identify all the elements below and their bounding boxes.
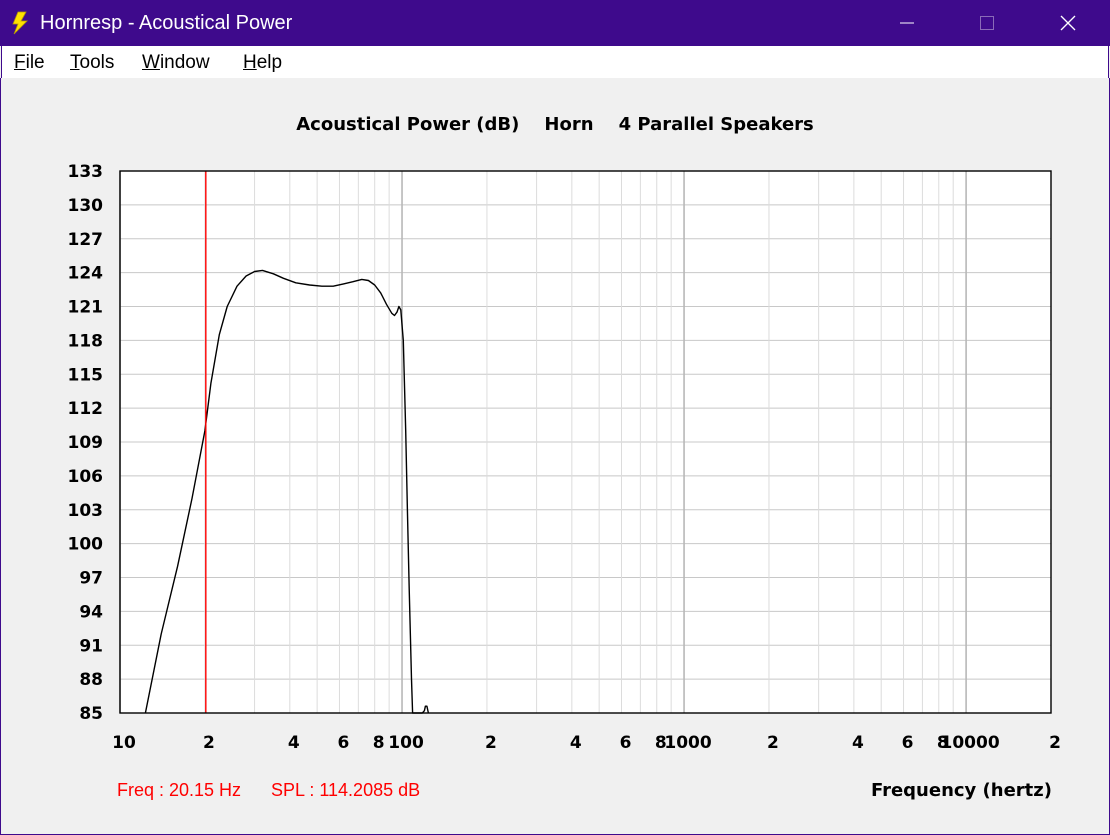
x-tick-label: 4 [570,733,582,753]
frequency-readout: Freq : 20.15 Hz [117,780,242,800]
x-tick-label: 2 [485,733,497,753]
x-tick-label: 2 [767,733,779,753]
y-tick-label: 118 [68,331,104,351]
spl-readout: SPL : 114.2085 dB [271,780,421,800]
y-tick-label: 88 [79,670,103,690]
x-tick-label: 100 [388,733,424,753]
y-tick-label: 100 [68,535,104,555]
y-tick-label: 91 [79,636,103,656]
x-tick-label: 1000 [664,733,711,753]
y-tick-label: 112 [68,399,104,419]
y-tick-label: 115 [68,365,104,385]
x-tick-label: 6 [620,733,632,753]
x-tick-label: 4 [852,733,864,753]
y-tick-label: 130 [68,196,104,216]
y-tick-label: 127 [68,230,104,250]
x-tick-label: 8 [373,733,385,753]
x-tick-label: 2 [203,733,215,753]
y-tick-label: 97 [79,569,103,589]
y-tick-label: 109 [68,433,104,453]
x-tick-label: 10 [112,733,136,753]
y-tick-label: 124 [68,264,104,284]
x-tick-label: 6 [338,733,350,753]
y-tick-label: 85 [79,704,103,724]
x-tick-label: 6 [902,733,914,753]
y-tick-label: 133 [68,162,104,182]
x-tick-label: 2 [1049,733,1061,753]
x-axis-title: Frequency (hertz) [870,780,1052,801]
y-tick-label: 121 [68,298,104,318]
y-tick-label: 94 [79,602,103,622]
x-tick-label: 10000 [941,733,1000,753]
y-tick-label: 103 [68,501,104,521]
y-tick-label: 106 [68,467,104,487]
acoustical-power-chart[interactable]: 1331301271241211181151121091061031009794… [0,0,1110,835]
x-tick-label: 4 [288,733,300,753]
